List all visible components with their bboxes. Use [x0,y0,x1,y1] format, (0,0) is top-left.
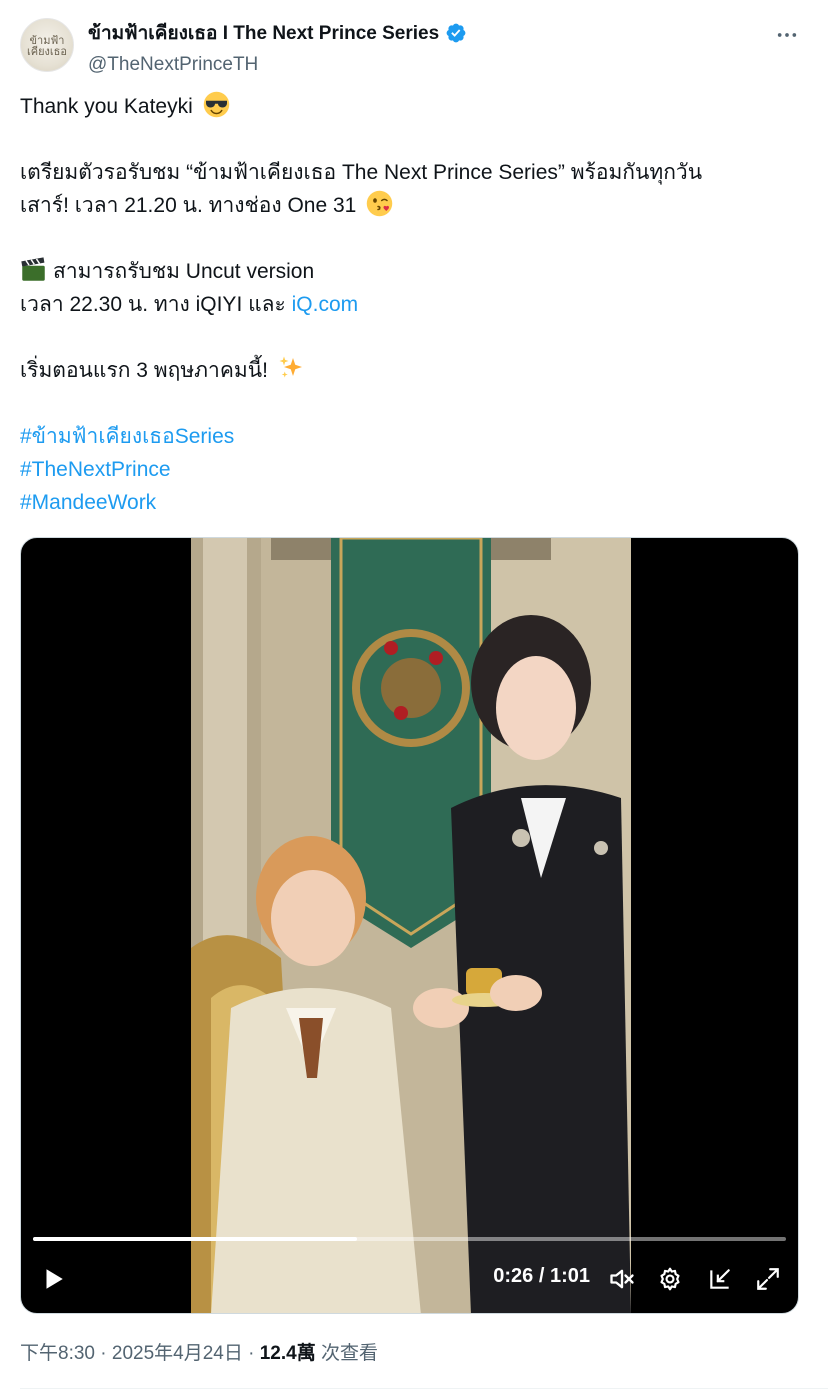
avatar-logo-text: ข้ามฟ้า เคียงเธอ [26,34,67,58]
video-duration: 1:01 [549,1265,590,1287]
clapper-board-emoji-icon [21,257,45,281]
gear-icon [660,1267,680,1291]
hashtag-link[interactable]: #TheNextPrince [20,458,171,481]
view-count: 12.4萬 [259,1343,316,1364]
author-display-name[interactable]: ข้ามฟ้าเคียงเธอ I The Next Prince Series [88,18,467,48]
tweet-line: #TheNextPrince [20,453,800,486]
video-time: 0:26 / 1:01 [493,1265,590,1288]
tweet-date[interactable]: 2025年4月24日 [112,1343,243,1364]
picture-in-picture-button[interactable] [704,1263,736,1295]
meta-separator: · [94,1343,112,1364]
tweet-line-text: Thank you Kateyki [20,95,193,118]
play-button[interactable] [37,1263,69,1295]
more-horizontal-icon [777,33,797,37]
fullscreen-button[interactable] [752,1263,784,1295]
pip-exit-icon [710,1269,730,1289]
display-name-text: ข้ามฟ้าเคียงเธอ I The Next Prince Series [88,23,440,44]
tweet-line: Thank you Kateyki [20,90,800,123]
fullscreen-icon [757,1268,779,1290]
mute-button[interactable] [606,1263,638,1295]
tweet-line: เสาร์! เวลา 21.20 น. ทางช่อง One 31 [20,189,800,222]
video-time-separator: / [538,1265,545,1287]
meta-separator: · [242,1343,260,1364]
tweet-time[interactable]: 下午8:30 [20,1343,95,1364]
video-player[interactable]: 0:26 / 1:01 [20,537,799,1314]
iq-link[interactable]: iQ.com [292,293,359,316]
settings-button[interactable] [654,1263,686,1295]
video-controls: 0:26 / 1:01 [21,1223,798,1313]
tweet-line-text: เริ่มตอนแรก 3 พฤษภาคมนี้! [20,359,268,382]
tweet-header: ข้ามฟ้า เคียงเธอ ข้ามฟ้าเคียงเธอ I The N… [20,14,808,76]
view-count-label: 次查看 [315,1343,378,1364]
tweet-line: เวลา 22.30 น. ทาง iQIYI และ iQ.com [20,288,800,321]
video-progress-bar[interactable] [33,1237,786,1241]
tweet-line-text: เวลา 22.30 น. ทาง iQIYI และ [20,293,292,316]
sparkles-emoji-icon [279,356,302,378]
divider [20,1388,828,1389]
sunglasses-emoji-icon [203,91,229,118]
tweet-line: #ข้ามฟ้าเคียงเธอSeries [20,420,800,453]
tweet-line: เริ่มตอนแรก 3 พฤษภาคมนี้! [20,354,800,387]
tweet-line: สามารถรับชม Uncut version [20,255,800,288]
video-frame-illustration [191,538,631,1313]
kissing-face-emoji-icon [366,190,393,217]
tweet-line: เตรียมตัวรอรับชม “ข้ามฟ้าเคียงเธอ The Ne… [20,156,800,189]
tweet-line-text: สามารถรับชม Uncut version [53,260,315,283]
author-handle[interactable]: @TheNextPrinceTH [88,54,467,76]
play-icon [46,1269,63,1289]
video-current-time: 0:26 [493,1265,534,1287]
video-frame[interactable] [191,538,631,1313]
volume-muted-icon [610,1269,634,1289]
tweet-line: #MandeeWork [20,486,800,519]
tweet-meta: 下午8:30 · 2025年4月24日 · 12.4萬 次查看 [20,1338,378,1365]
hashtag-link[interactable]: #ข้ามฟ้าเคียงเธอSeries [20,425,234,448]
video-progress-fill [33,1237,357,1241]
hashtag-link[interactable]: #MandeeWork [20,491,156,514]
tweet-line-text: เตรียมตัวรอรับชม “ข้ามฟ้าเคียงเธอ The Ne… [20,161,703,184]
tweet-text: Thank you Kateyki เตรียมตัวรอรับชม “ข้าม… [20,90,800,519]
tweet-line-text: เสาร์! เวลา 21.20 น. ทางช่อง One 31 [20,194,357,217]
more-options-button[interactable] [770,18,804,52]
author-names: ข้ามฟ้าเคียงเธอ I The Next Prince Series… [88,18,467,76]
avatar[interactable]: ข้ามฟ้า เคียงเธอ [20,18,74,72]
verified-badge-icon [446,23,466,43]
